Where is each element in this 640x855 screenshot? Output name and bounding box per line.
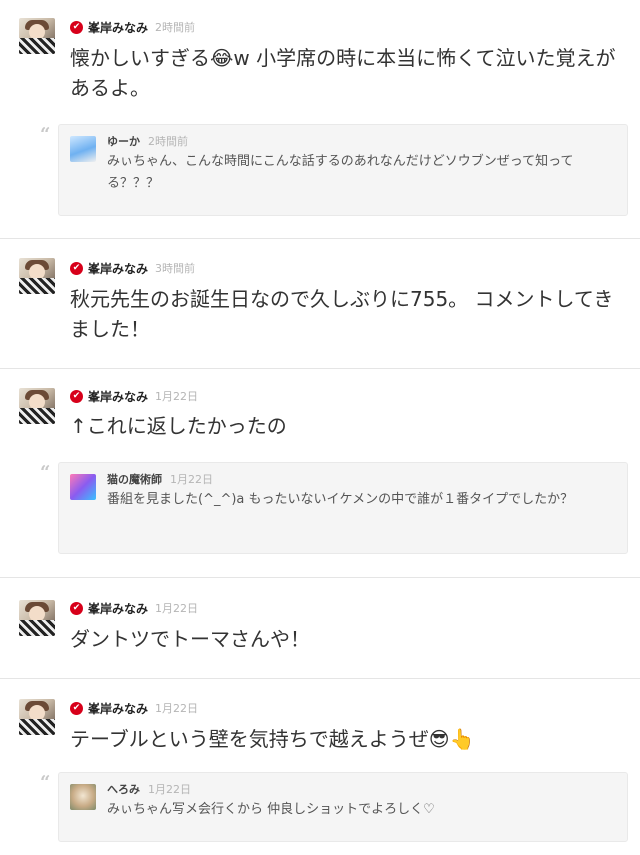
- post-item: ✔ 峯岸みなみ 1月22日 テーブルという壁を気持ちで越えようぜ😎👆 “ へろみ…: [0, 679, 640, 855]
- reply-author: 猫の魔術師 1月22日: [107, 471, 213, 487]
- post-time: 3時間前: [155, 262, 196, 275]
- reply-author-name[interactable]: ゆーか: [107, 135, 140, 148]
- post-text: ダントツでトーマさんや！: [70, 627, 310, 651]
- reply-avatar[interactable]: [70, 784, 96, 810]
- post-text: ↑これに返したかったの: [70, 414, 287, 438]
- reply-avatar[interactable]: [70, 136, 96, 162]
- author-avatar[interactable]: [19, 18, 55, 54]
- author-name[interactable]: 峯岸みなみ: [88, 19, 148, 36]
- post-item: ✔ 峯岸みなみ 1月22日 ダントツでトーマさんや！: [0, 578, 640, 679]
- verified-icon: ✔: [70, 20, 83, 34]
- reply-time: 1月22日: [170, 473, 213, 486]
- author-name[interactable]: 峯岸みなみ: [88, 260, 148, 277]
- post-time: 1月22日: [155, 702, 199, 715]
- post-item: ✔ 峯岸みなみ 2時間前 懐かしいすぎる😂w 小学席の時に本当に怖くて泣いた覚え…: [0, 0, 640, 239]
- quote-icon: “: [40, 772, 51, 793]
- author-avatar[interactable]: [19, 258, 55, 294]
- author-avatar[interactable]: [19, 600, 55, 636]
- post-time: 1月22日: [155, 602, 199, 615]
- post-meta: ✔ 峯岸みなみ 2時間前: [70, 18, 195, 36]
- verified-icon: ✔: [70, 701, 83, 715]
- post-text: 懐かしいすぎる😂w 小学席の時に本当に怖くて泣いた覚えがあるよ。: [70, 46, 616, 100]
- quote-icon: “: [40, 124, 51, 145]
- post-time: 2時間前: [155, 21, 196, 34]
- reply-author-name[interactable]: 猫の魔術師: [107, 473, 162, 486]
- reply-avatar[interactable]: [70, 474, 96, 500]
- verified-icon: ✔: [70, 261, 83, 275]
- reply-time: 2時間前: [148, 135, 188, 148]
- quoted-reply[interactable]: へろみ 1月22日 みぃちゃん写メ会行くから 仲良しショットでよろしく♡: [58, 772, 628, 842]
- author-name[interactable]: 峯岸みなみ: [88, 700, 148, 717]
- post-item: ✔ 峯岸みなみ 3時間前 秋元先生のお誕生日なので久しぶりに755。 コメントし…: [0, 239, 640, 369]
- post-text: テーブルという壁を気持ちで越えようぜ😎👆: [70, 727, 475, 751]
- post-text: 秋元先生のお誕生日なので久しぶりに755。 コメントしてきました！: [70, 287, 614, 341]
- reply-time: 1月22日: [148, 783, 191, 796]
- verified-icon: ✔: [70, 601, 83, 615]
- quote-icon: “: [40, 462, 51, 483]
- reply-text: 番組を見ました(^_^)a もったいないイケメンの中で誰が１番タイプでしたか？: [107, 492, 574, 507]
- quoted-reply[interactable]: ゆーか 2時間前 みぃちゃん、こんな時間にこんな話するのあれなんだけどソウブンぜっ…: [58, 124, 628, 216]
- post-item: ✔ 峯岸みなみ 1月22日 ↑これに返したかったの “ 猫の魔術師 1月22日 番…: [0, 369, 640, 578]
- reply-author: ゆーか 2時間前: [107, 133, 188, 149]
- reply-text: みぃちゃん写メ会行くから 仲良しショットでよろしく♡: [107, 802, 435, 817]
- author-avatar[interactable]: [19, 388, 55, 424]
- post-meta: ✔ 峯岸みなみ 1月22日: [70, 599, 198, 617]
- quoted-reply[interactable]: 猫の魔術師 1月22日 番組を見ました(^_^)a もったいないイケメンの中で誰が…: [58, 462, 628, 554]
- reply-text: みぃちゃん、こんな時間にこんな話するのあれなんだけどソウブンぜって知ってる？？？: [107, 154, 574, 191]
- author-name[interactable]: 峯岸みなみ: [88, 388, 148, 405]
- reply-author-name[interactable]: へろみ: [107, 783, 140, 796]
- post-meta: ✔ 峯岸みなみ 1月22日: [70, 699, 198, 717]
- author-avatar[interactable]: [19, 699, 55, 735]
- author-name[interactable]: 峯岸みなみ: [88, 600, 148, 617]
- post-time: 1月22日: [155, 390, 199, 403]
- post-meta: ✔ 峯岸みなみ 3時間前: [70, 259, 195, 277]
- verified-icon: ✔: [70, 389, 83, 403]
- reply-author: へろみ 1月22日: [107, 781, 191, 797]
- post-meta: ✔ 峯岸みなみ 1月22日: [70, 387, 198, 405]
